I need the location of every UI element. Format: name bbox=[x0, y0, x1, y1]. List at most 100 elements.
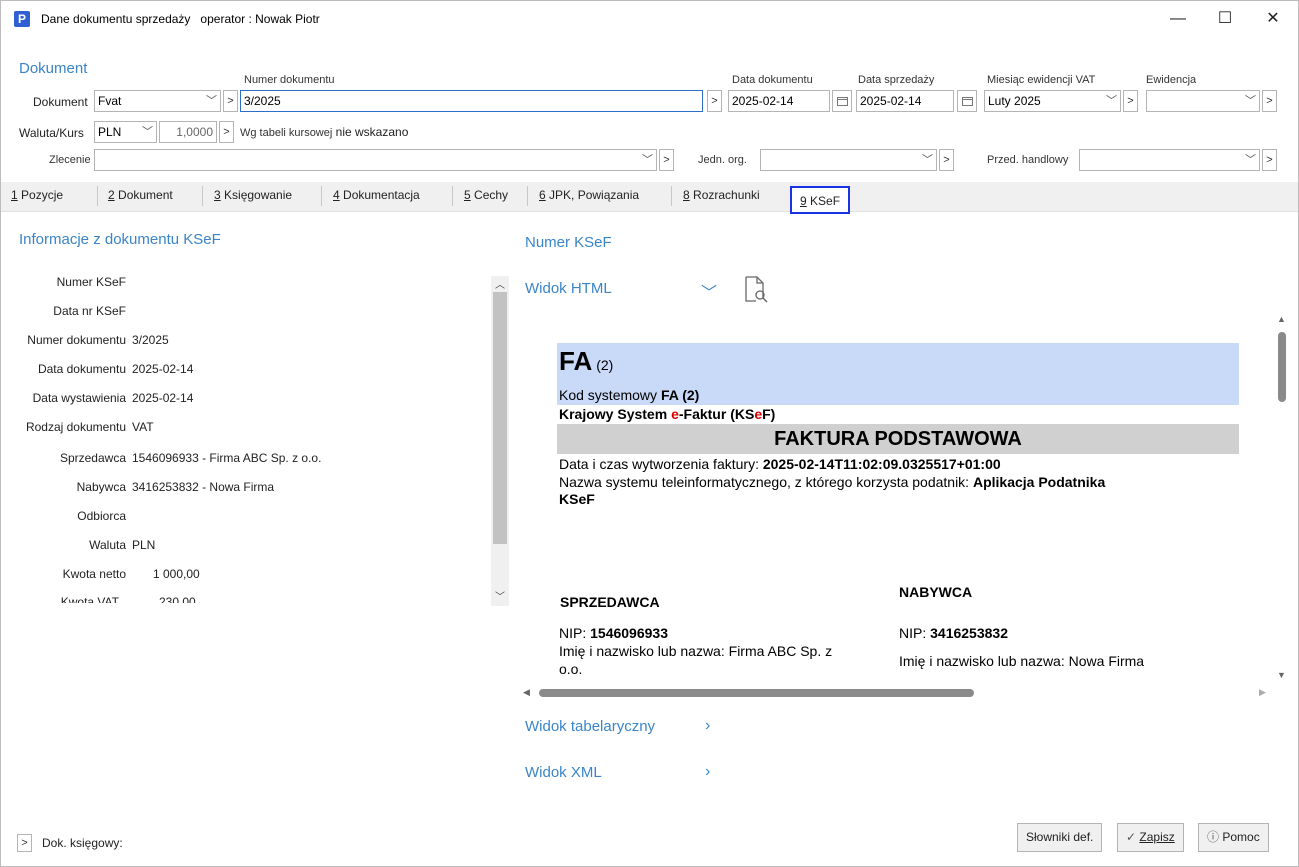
info-value: 2025-02-14 bbox=[132, 362, 194, 376]
ksef-info-title: Informacje z dokumentu KSeF bbox=[19, 231, 221, 248]
info-value: 1546096933 - Firma ABC Sp. z o.o. bbox=[132, 451, 322, 465]
sales-rep-select[interactable]: ﹀ bbox=[1079, 149, 1260, 171]
info-label: Odbiorca bbox=[77, 509, 126, 523]
number-label: Numer dokumentu bbox=[244, 74, 335, 86]
seller-name-cont: o.o. bbox=[559, 661, 583, 677]
doc-number-input[interactable]: 3/2025 bbox=[240, 90, 703, 112]
rate-input[interactable]: 1,0000 bbox=[159, 121, 217, 143]
org-unit-select[interactable]: ﹀ bbox=[760, 149, 937, 171]
seller-header: SPRZEDAWCA bbox=[560, 594, 660, 610]
chevron-down-icon: ﹀ bbox=[1245, 154, 1256, 166]
currency-label: Waluta/Kurs bbox=[19, 126, 84, 140]
info-scrollbar[interactable]: ︿ ﹀ bbox=[491, 276, 509, 606]
info-label: Data wystawienia bbox=[32, 391, 126, 405]
scrollbar-thumb[interactable] bbox=[493, 292, 507, 544]
calendar-icon[interactable] bbox=[832, 90, 852, 112]
info-value: 1 000,00 bbox=[153, 567, 200, 581]
rate-status: nie wskazano bbox=[335, 125, 409, 139]
org-unit-goto-button[interactable]: > bbox=[939, 149, 954, 171]
calendar-icon[interactable] bbox=[957, 90, 977, 112]
scroll-left-icon[interactable]: ◀ bbox=[523, 687, 530, 698]
document-preview-icon[interactable] bbox=[743, 275, 769, 306]
org-unit-label: Jedn. org. bbox=[698, 154, 747, 166]
info-value: VAT bbox=[132, 420, 154, 434]
title-bar: P Dane dokumentu sprzedaży operator : No… bbox=[1, 1, 1298, 37]
info-value: PLN bbox=[132, 538, 156, 552]
tab-rozrachunki[interactable]: 8 Rozrachunki bbox=[683, 188, 760, 202]
chevron-down-icon: ﹀ bbox=[206, 95, 217, 107]
tab-ksef[interactable]: 9 KSeF bbox=[790, 186, 851, 214]
help-button[interactable]: ⓘ Pomoc bbox=[1198, 823, 1269, 852]
tab-pozycje[interactable]: 1 Pozycje bbox=[11, 188, 63, 202]
buyer-header: NABYWCA bbox=[899, 584, 973, 600]
doc-type-goto-button[interactable]: > bbox=[223, 90, 238, 112]
checkmark-icon: ✓ bbox=[1126, 830, 1140, 844]
info-value: 2025-02-14 bbox=[132, 391, 194, 405]
scroll-right-icon[interactable]: ▶ bbox=[1259, 687, 1266, 698]
vat-month-select[interactable]: Luty 2025 ﹀ bbox=[984, 90, 1121, 112]
html-view-toggle[interactable]: Widok HTML bbox=[525, 280, 612, 297]
ksef-system-label: Krajowy System e-Faktur (KSeF) bbox=[559, 406, 776, 422]
doc-type-value: Fvat bbox=[98, 94, 122, 108]
help-icon: ⓘ bbox=[1207, 830, 1223, 844]
invoice-html-preview[interactable]: FA (2) Kod systemowy FA (2) Krajowy Syste… bbox=[519, 306, 1297, 701]
vat-month-goto-button[interactable]: > bbox=[1123, 90, 1138, 112]
seller-nip: NIP: 1546096933 bbox=[559, 625, 668, 641]
doc-number-goto-button[interactable]: > bbox=[707, 90, 722, 112]
sales-rep-goto-button[interactable]: > bbox=[1262, 149, 1277, 171]
scroll-up-icon[interactable]: ▲ bbox=[1277, 314, 1286, 324]
tab-jpk-powiazania[interactable]: 6 JPK, Powiązania bbox=[539, 188, 639, 202]
order-select[interactable]: ﹀ bbox=[94, 149, 657, 171]
table-view-toggle[interactable]: Widok tabelaryczny bbox=[525, 718, 655, 735]
save-button[interactable]: ✓ Zapisz bbox=[1117, 823, 1184, 852]
info-label: Waluta bbox=[89, 538, 126, 552]
maximize-button[interactable]: ☐ bbox=[1205, 5, 1245, 33]
currency-select[interactable]: PLN ﹀ bbox=[94, 121, 157, 143]
date-doc-input[interactable]: 2025-02-14 bbox=[728, 90, 830, 112]
order-goto-button[interactable]: > bbox=[659, 149, 674, 171]
minimize-button[interactable]: — bbox=[1158, 5, 1198, 33]
seller-name: Imię i nazwisko lub nazwa: Firma ABC Sp.… bbox=[559, 643, 833, 659]
register-goto-button[interactable]: > bbox=[1262, 90, 1277, 112]
tab-cechy[interactable]: 5 Cechy bbox=[464, 188, 508, 202]
accounting-doc-expand-button[interactable]: > bbox=[17, 834, 32, 852]
chevron-down-icon: ﹀ bbox=[922, 154, 933, 166]
info-label: Data nr KSeF bbox=[53, 304, 126, 318]
invoice-form: FA (2) bbox=[559, 346, 614, 376]
date-sale-input[interactable]: 2025-02-14 bbox=[856, 90, 954, 112]
vertical-scrollbar-thumb[interactable] bbox=[1278, 332, 1286, 402]
info-value: 3416253832 - Nowa Firma bbox=[132, 480, 275, 494]
chevron-right-icon[interactable]: › bbox=[705, 717, 710, 735]
doc-type-select[interactable]: Fvat ﹀ bbox=[94, 90, 221, 112]
chevron-down-icon[interactable]: ﹀ bbox=[701, 279, 717, 303]
created-datetime: Data i czas wytworzenia faktury: 2025-02… bbox=[559, 456, 1001, 472]
invoice-type: FAKTURA PODSTAWOWA bbox=[774, 428, 1022, 450]
system-code: Kod systemowy FA (2) bbox=[559, 387, 700, 403]
tab-dokument[interactable]: 2 Dokument bbox=[108, 188, 173, 202]
sales-document-window: P Dane dokumentu sprzedaży operator : No… bbox=[0, 0, 1299, 867]
scroll-up-icon[interactable]: ︿ bbox=[495, 276, 505, 291]
info-label: Data dokumentu bbox=[37, 362, 126, 376]
register-select[interactable]: ﹀ bbox=[1146, 90, 1260, 112]
vat-month-label: Miesiąc ewidencji VAT bbox=[987, 74, 1096, 86]
accounting-doc-label: Dok. księgowy: bbox=[42, 836, 123, 850]
buyer-nip: NIP: 3416253832 bbox=[899, 625, 1008, 641]
horizontal-scrollbar-thumb[interactable] bbox=[539, 689, 974, 697]
dictionaries-button[interactable]: Słowniki def. bbox=[1017, 823, 1103, 852]
info-value: 230,00 bbox=[159, 595, 196, 603]
rate-goto-button[interactable]: > bbox=[219, 121, 234, 143]
system-name: Nazwa systemu teleinformatycznego, z któ… bbox=[559, 474, 1106, 490]
info-label: Numer dokumentu bbox=[27, 333, 126, 347]
tab-bar: 1 Pozycje 2 Dokument 3 Księgowanie 4 Dok… bbox=[1, 182, 1298, 214]
tab-dokumentacja[interactable]: 4 Dokumentacja bbox=[333, 188, 420, 202]
scroll-down-icon[interactable]: ▼ bbox=[1277, 670, 1286, 680]
scroll-down-icon[interactable]: ﹀ bbox=[495, 588, 505, 603]
chevron-down-icon: ﹀ bbox=[142, 126, 153, 138]
chevron-right-icon[interactable]: › bbox=[705, 763, 710, 781]
xml-view-toggle[interactable]: Widok XML bbox=[525, 764, 602, 781]
rate-text-label: Wg tabeli kursowej bbox=[240, 127, 333, 139]
close-button[interactable]: ✕ bbox=[1253, 5, 1293, 33]
order-label: Zlecenie bbox=[49, 154, 91, 166]
chevron-down-icon: ﹀ bbox=[1245, 95, 1256, 107]
tab-ksiegowanie[interactable]: 3 Księgowanie bbox=[214, 188, 292, 202]
